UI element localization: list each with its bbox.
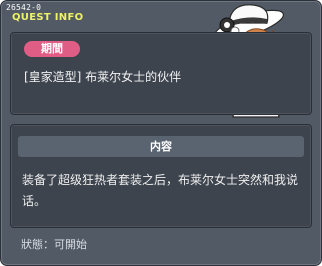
quest-content-panel: 内容 装备了超级狂热者套装之后，布莱尔女士突然和我说话。 <box>10 124 312 228</box>
period-badge: 期間 <box>24 41 80 57</box>
quest-info-window: 26542-0 QUEST INFO 期間 [皇家造型] 布莱尔女士的伙伴 内容… <box>0 0 322 266</box>
content-header: 内容 <box>18 136 304 157</box>
content-text: 装备了超级狂热者套装之后，布莱尔女士突然和我说话。 <box>22 173 299 208</box>
window-title: QUEST INFO <box>12 12 84 23</box>
quest-status: 狀態：可開始 <box>21 238 87 251</box>
quest-header-panel: 期間 [皇家造型] 布莱尔女士的伙伴 <box>10 32 312 115</box>
quest-id: 26542-0 <box>6 3 42 12</box>
quest-name: [皇家造型] 布莱尔女士的伙伴 <box>24 70 182 84</box>
